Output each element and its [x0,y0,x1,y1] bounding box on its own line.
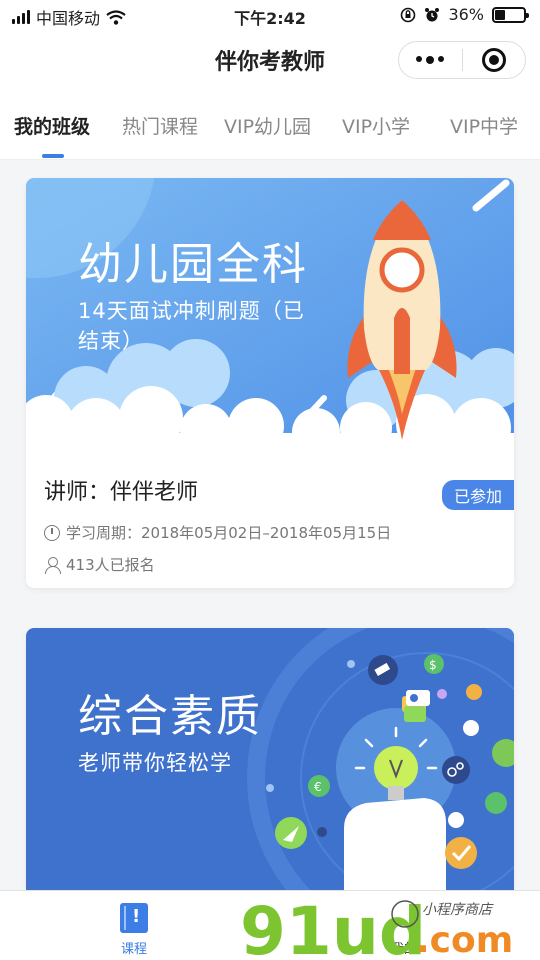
lecturer-name: 讲师：伴伴老师 [44,480,199,505]
capsule-menu [398,41,526,79]
clock-icon [44,524,60,541]
category-tabs: 我的班级 热门课程 VIP幼儿园 VIP小学 VIP中学 [0,90,540,160]
alarm-icon [425,7,440,21]
course-title: 幼儿园全科 [78,239,308,290]
tab-my-class[interactable]: 我的班级 [14,112,90,139]
course-banner: 幼儿园全科 14天面试冲刺刷题（已 结束） [26,178,514,460]
status-bar: 中国移动 下午2:42 36% [0,0,540,30]
tab-vip-kindergarten[interactable]: VIP幼儿园 [224,112,311,139]
course-info: 讲师：伴伴老师 已参加 学习周期：2018年05月02日–2018年05月15日… [26,460,514,588]
rotation-lock-icon [401,7,416,22]
tab-vip-primary[interactable]: VIP小学 [342,112,410,139]
navigation-bar: 伴你考教师 [0,30,540,90]
svg-text:小程序商店: 小程序商店 [422,902,494,918]
tab-vip-middle[interactable]: VIP中学 [450,112,518,139]
course-subtitle: 14天面试冲刺刷题（已 结束） [78,299,305,353]
course-card[interactable]: $ € 综合素质 老师带你轻松学 [26,628,514,890]
svg-text:€: € [314,780,322,794]
study-period: 学习周期：2018年05月02日–2018年05月15日 [44,522,391,543]
course-book-icon [120,903,148,933]
svg-text:$: $ [429,658,437,672]
battery-icon [492,6,529,23]
close-miniprogram-button[interactable] [463,42,526,78]
battery-percent: 36% [448,5,484,24]
course-card[interactable]: 幼儿园全科 14天面试冲刺刷题（已 结束） 讲师：伴伴老师 已参加 学习周期：2… [26,178,514,588]
course-subtitle: 老师带你轻松学 [78,751,232,775]
enrolled-count: 413人已报名 [44,554,155,575]
course-banner: $ € 综合素质 老师带你轻松学 [26,628,514,890]
active-tab-indicator [42,154,64,158]
user-icon [44,556,61,574]
joined-badge: 已参加 [441,480,514,510]
course-title: 综合素质 [78,691,262,742]
more-dots-icon [416,56,445,64]
svg-text:.com: .com [416,920,513,960]
watermark-logo: 91ud .com 小程序商店 [240,893,513,960]
tab-course[interactable]: 课程 [74,891,194,960]
more-button[interactable] [399,42,462,78]
tab-hot-courses[interactable]: 热门课程 [122,112,198,139]
target-icon [481,48,506,72]
